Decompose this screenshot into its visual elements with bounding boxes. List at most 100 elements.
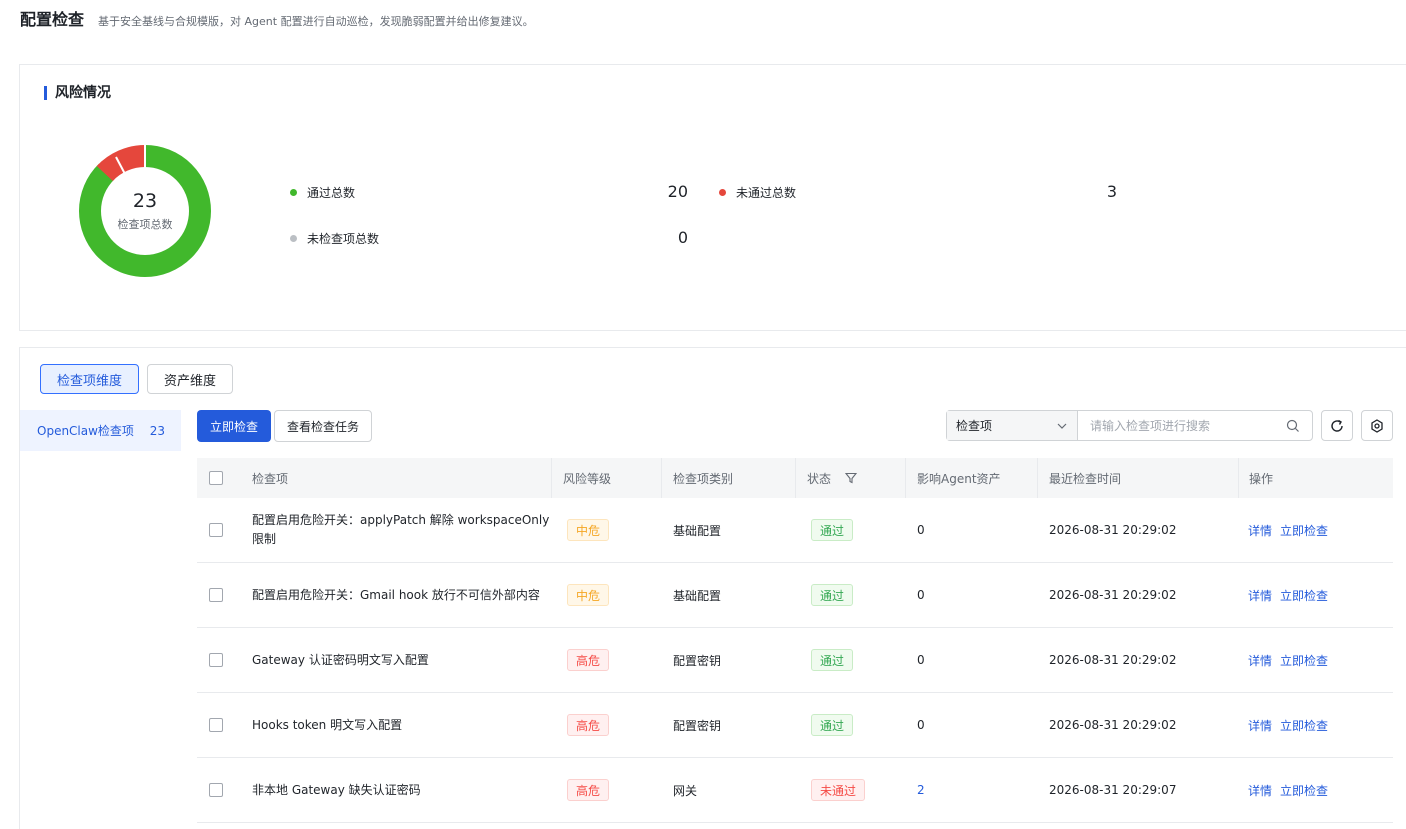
search-field-select[interactable]: 检查项 [947,411,1078,440]
check-now-link[interactable]: 立即检查 [1280,717,1328,734]
header-status: 状态 [807,458,858,498]
select-all-checkbox[interactable] [209,458,223,498]
row-last-check-time: 2026-08-31 20:29:07 [1049,783,1177,797]
header-name: 检查项 [252,471,289,486]
row-affected-assets: 0 [917,523,925,537]
header-category: 检查项类别 [673,471,734,486]
search-group: 检查项 请输入检查项进行搜索 [946,410,1313,441]
table-row: 非本地 Gateway 缺失认证密码 高危 网关 未通过 2 2026-08-3… [197,758,1393,823]
legend-unchecked-label: 未检查项总数 [307,232,380,246]
passed-dot-icon [290,189,297,196]
donut-center: 23 检查项总数 [78,144,212,278]
table-row: Hooks token 明文写入配置 高危 配置密钥 通过 0 2026-08-… [197,693,1393,758]
detail-link[interactable]: 详情 [1248,587,1272,604]
filter-icon[interactable] [845,472,858,484]
detail-link[interactable]: 详情 [1248,652,1272,669]
chevron-down-icon [1057,423,1067,429]
table-row: 配置启用危险开关：Gmail hook 放行不可信外部内容 中危 基础配置 通过… [197,563,1393,628]
header-time: 最近检查时间 [1049,471,1122,486]
check-now-link[interactable]: 立即检查 [1280,522,1328,539]
legend-unchecked: 未检查项总数 [290,230,379,247]
legend-failed-label: 未通过总数 [736,186,797,200]
header-ops: 操作 [1249,471,1274,486]
risk-level-badge: 中危 [567,584,610,606]
page-title: 配置检查 [20,10,85,29]
row-last-check-time: 2026-08-31 20:29:02 [1049,588,1177,602]
row-last-check-time: 2026-08-31 20:29:02 [1049,718,1177,732]
page-description: 基于安全基线与合规模版，对 Agent 配置进行自动巡检，发现脆弱配置并给出修复… [98,15,534,28]
refresh-button[interactable] [1321,410,1353,441]
risk-level-badge: 高危 [567,649,610,671]
row-checkbox[interactable] [209,628,223,692]
legend-failed: 未通过总数 [719,184,796,201]
row-affected-assets: 0 [917,588,925,602]
check-list-card: 检查项维度 资产维度 OpenClaw检查项 23 立即检查 查看检查任务 检查… [19,347,1406,829]
header-level: 风险等级 [563,471,612,486]
status-badge: 通过 [811,519,854,541]
table-header: 检查项 风险等级 检查项类别 状态 影响Agent资产 最近检查时间 操作 [197,458,1393,498]
row-last-check-time: 2026-08-31 20:29:02 [1049,523,1177,537]
sidebar-item-openclaw[interactable]: OpenClaw检查项 23 [20,410,181,451]
tab-check-item-dimension[interactable]: 检查项维度 [40,364,139,394]
check-now-link[interactable]: 立即检查 [1280,782,1328,799]
sidebar-item-label: OpenClaw检查项 [37,424,134,438]
search-select-value: 检查项 [956,419,993,433]
search-input[interactable]: 请输入检查项进行搜索 [1078,411,1312,440]
donut-total-label: 检查项总数 [117,218,173,231]
row-check-item-name: 非本地 Gateway 缺失认证密码 [252,782,421,797]
detail-link[interactable]: 详情 [1248,782,1272,799]
failed-dot-icon [719,189,726,196]
row-check-item-name: Gateway 认证密码明文写入配置 [252,652,429,667]
row-check-item-name: 配置启用危险开关：applyPatch 解除 workspaceOnly 限制 [252,513,550,546]
row-category: 网关 [673,783,698,798]
search-placeholder: 请输入检查项进行搜索 [1090,419,1211,433]
row-checkbox[interactable] [209,563,223,627]
tab-asset-dimension[interactable]: 资产维度 [147,364,233,394]
check-items-table: 检查项 风险等级 检查项类别 状态 影响Agent资产 最近检查时间 操作 配置… [197,458,1393,823]
status-badge: 未通过 [811,779,866,801]
detail-link[interactable]: 详情 [1248,522,1272,539]
status-badge: 通过 [811,714,854,736]
row-affected-assets: 0 [917,653,925,667]
status-badge: 通过 [811,584,854,606]
row-category: 配置密钥 [673,653,722,668]
settings-button[interactable] [1361,410,1393,441]
risk-level-badge: 中危 [567,519,610,541]
gear-icon [1371,418,1383,433]
table-row: 配置启用危险开关：applyPatch 解除 workspaceOnly 限制 … [197,498,1393,563]
row-affected-assets: 0 [917,718,925,732]
legend-passed: 通过总数 [290,184,355,201]
row-check-item-name: Hooks token 明文写入配置 [252,717,403,732]
donut-total-value: 23 [132,190,158,212]
row-checkbox[interactable] [209,693,223,757]
page-header: 配置检查 基于安全基线与合规模版，对 Agent 配置进行自动巡检，发现脆弱配置… [20,6,534,30]
risk-section-title: 风险情况 [44,84,111,102]
search-icon[interactable] [1286,419,1300,433]
view-tasks-button[interactable]: 查看检查任务 [274,410,372,442]
row-category: 配置密钥 [673,718,722,733]
legend-passed-label: 通过总数 [307,186,356,200]
risk-overview-card: 风险情况 23 检查项总数 通过总数 20 未通过总数 3 未检查项总数 0 [19,64,1406,331]
legend-passed-value: 20 [667,182,688,201]
legend-unchecked-value: 0 [677,228,688,247]
row-category: 基础配置 [673,523,722,538]
check-now-link[interactable]: 立即检查 [1280,652,1328,669]
check-now-button[interactable]: 立即检查 [197,410,271,442]
header-status-label: 状态 [807,471,832,486]
risk-level-badge: 高危 [567,779,610,801]
sidebar-item-count: 23 [149,423,165,438]
detail-link[interactable]: 详情 [1248,717,1272,734]
unchecked-dot-icon [290,235,297,242]
header-assets: 影响Agent资产 [917,471,1001,486]
row-check-item-name: 配置启用危险开关：Gmail hook 放行不可信外部内容 [252,587,540,602]
row-checkbox[interactable] [209,498,223,562]
row-affected-assets: 2 [917,783,925,797]
refresh-icon [1331,419,1343,432]
row-checkbox[interactable] [209,758,223,822]
status-badge: 通过 [811,649,854,671]
check-now-link[interactable]: 立即检查 [1280,587,1328,604]
table-row: Gateway 认证密码明文写入配置 高危 配置密钥 通过 0 2026-08-… [197,628,1393,693]
row-last-check-time: 2026-08-31 20:29:02 [1049,653,1177,667]
row-category: 基础配置 [673,588,722,603]
risk-level-badge: 高危 [567,714,610,736]
